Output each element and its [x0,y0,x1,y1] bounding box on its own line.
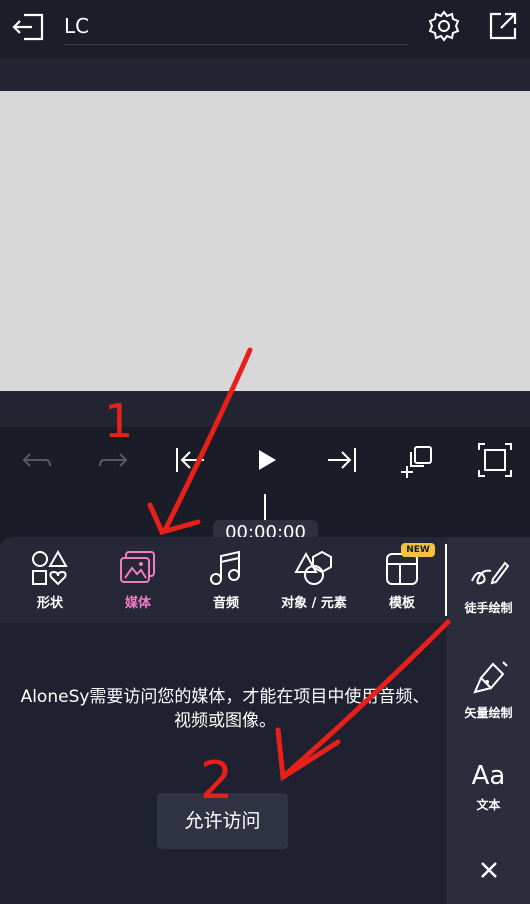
fit-screen-icon [478,443,512,477]
tool-shapes[interactable]: 形状 [7,544,93,620]
media-icon [120,551,155,583]
tool-shapes-label: 形状 [36,596,63,611]
allow-access-button[interactable]: 允许访问 [157,793,288,849]
skip-start-icon [176,448,204,472]
add-layer-icon [401,446,432,478]
tool-audio-label: 音频 [212,596,239,611]
canvas-margin-top [0,58,530,91]
text-icon: Aa [471,761,506,791]
objects-icon [294,550,332,585]
play-button[interactable] [247,440,287,480]
settings-button[interactable] [426,8,462,44]
tool-templates-label: 模板 [388,596,415,611]
back-icon [12,13,44,41]
redo-button[interactable] [94,440,134,480]
add-layer-button[interactable] [398,440,438,480]
freehand-pen-icon [470,561,509,585]
tool-vector-label: 矢量绘制 [464,706,513,720]
skip-end-icon [328,448,356,472]
vector-pen-icon [472,661,508,694]
close-icon [480,862,497,878]
tool-objects[interactable]: 对象 / 元素 [271,544,357,620]
tool-freehand-label: 徒手绘制 [464,601,513,615]
project-title-input[interactable]: LC [64,12,408,45]
play-icon [259,450,276,470]
tool-objects-label: 对象 / 元素 [281,596,347,611]
tool-text[interactable]: Aa 文本 [447,760,530,813]
back-button[interactable] [10,9,46,45]
tool-vector[interactable]: 矢量绘制 [447,658,530,721]
shapes-icon [32,549,68,586]
tool-freehand[interactable]: 徒手绘制 [447,555,530,616]
skip-to-end-button[interactable] [322,440,362,480]
gear-icon [428,10,460,42]
drawing-canvas[interactable] [0,91,530,391]
skip-to-start-button[interactable] [170,440,210,480]
tool-audio[interactable]: 音频 [183,544,269,620]
undo-icon [22,453,51,467]
tool-media[interactable]: 媒体 [95,544,181,620]
new-badge: NEW [401,543,435,557]
close-button[interactable] [447,855,530,891]
share-icon [489,12,517,40]
permission-message: AloneSy需要访问您的媒体，才能在项目中使用音频、视频或图像。 [20,687,430,731]
undo-button[interactable] [16,440,56,480]
share-button[interactable] [485,8,521,44]
canvas-margin-bottom [0,391,530,427]
permission-area [0,623,446,904]
tool-text-label: 文本 [476,798,501,812]
music-note-icon [210,550,240,585]
playhead[interactable] [264,494,266,520]
tool-media-label: 媒体 [124,596,151,611]
fit-screen-button[interactable] [475,440,515,480]
redo-icon [99,453,128,467]
